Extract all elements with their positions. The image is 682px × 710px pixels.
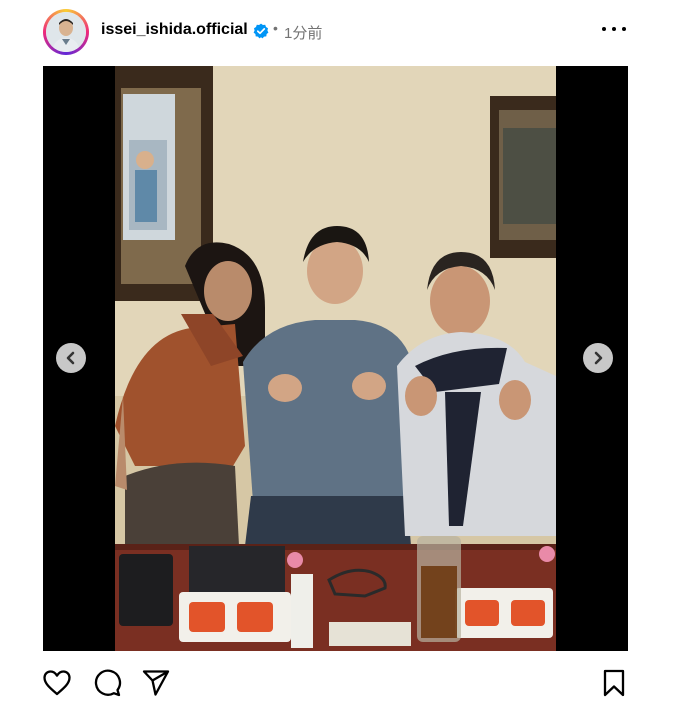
post-media bbox=[43, 66, 628, 651]
username-link[interactable]: issei_ishida.official bbox=[101, 21, 248, 39]
post-photo[interactable] bbox=[115, 66, 556, 651]
heart-icon bbox=[43, 670, 71, 696]
post-timestamp[interactable]: 1分前 bbox=[284, 22, 322, 43]
chevron-left-icon bbox=[66, 351, 75, 365]
more-options-icon[interactable] bbox=[602, 27, 626, 35]
like-button[interactable] bbox=[42, 668, 72, 698]
previous-photo-button[interactable] bbox=[56, 343, 86, 373]
avatar[interactable] bbox=[43, 9, 89, 55]
post-header: issei_ishida.official • 1分前 bbox=[0, 0, 682, 62]
time-separator: • bbox=[273, 20, 278, 36]
avatar-image[interactable] bbox=[46, 12, 86, 52]
save-button[interactable] bbox=[600, 668, 630, 698]
verified-badge-icon bbox=[253, 23, 269, 39]
send-icon bbox=[142, 670, 170, 696]
bookmark-icon bbox=[603, 669, 625, 697]
post-actions-bar bbox=[0, 660, 682, 704]
chevron-right-icon bbox=[594, 351, 603, 365]
comment-button[interactable] bbox=[92, 668, 122, 698]
comment-icon bbox=[94, 669, 122, 697]
next-photo-button[interactable] bbox=[583, 343, 613, 373]
share-button[interactable] bbox=[141, 668, 171, 698]
